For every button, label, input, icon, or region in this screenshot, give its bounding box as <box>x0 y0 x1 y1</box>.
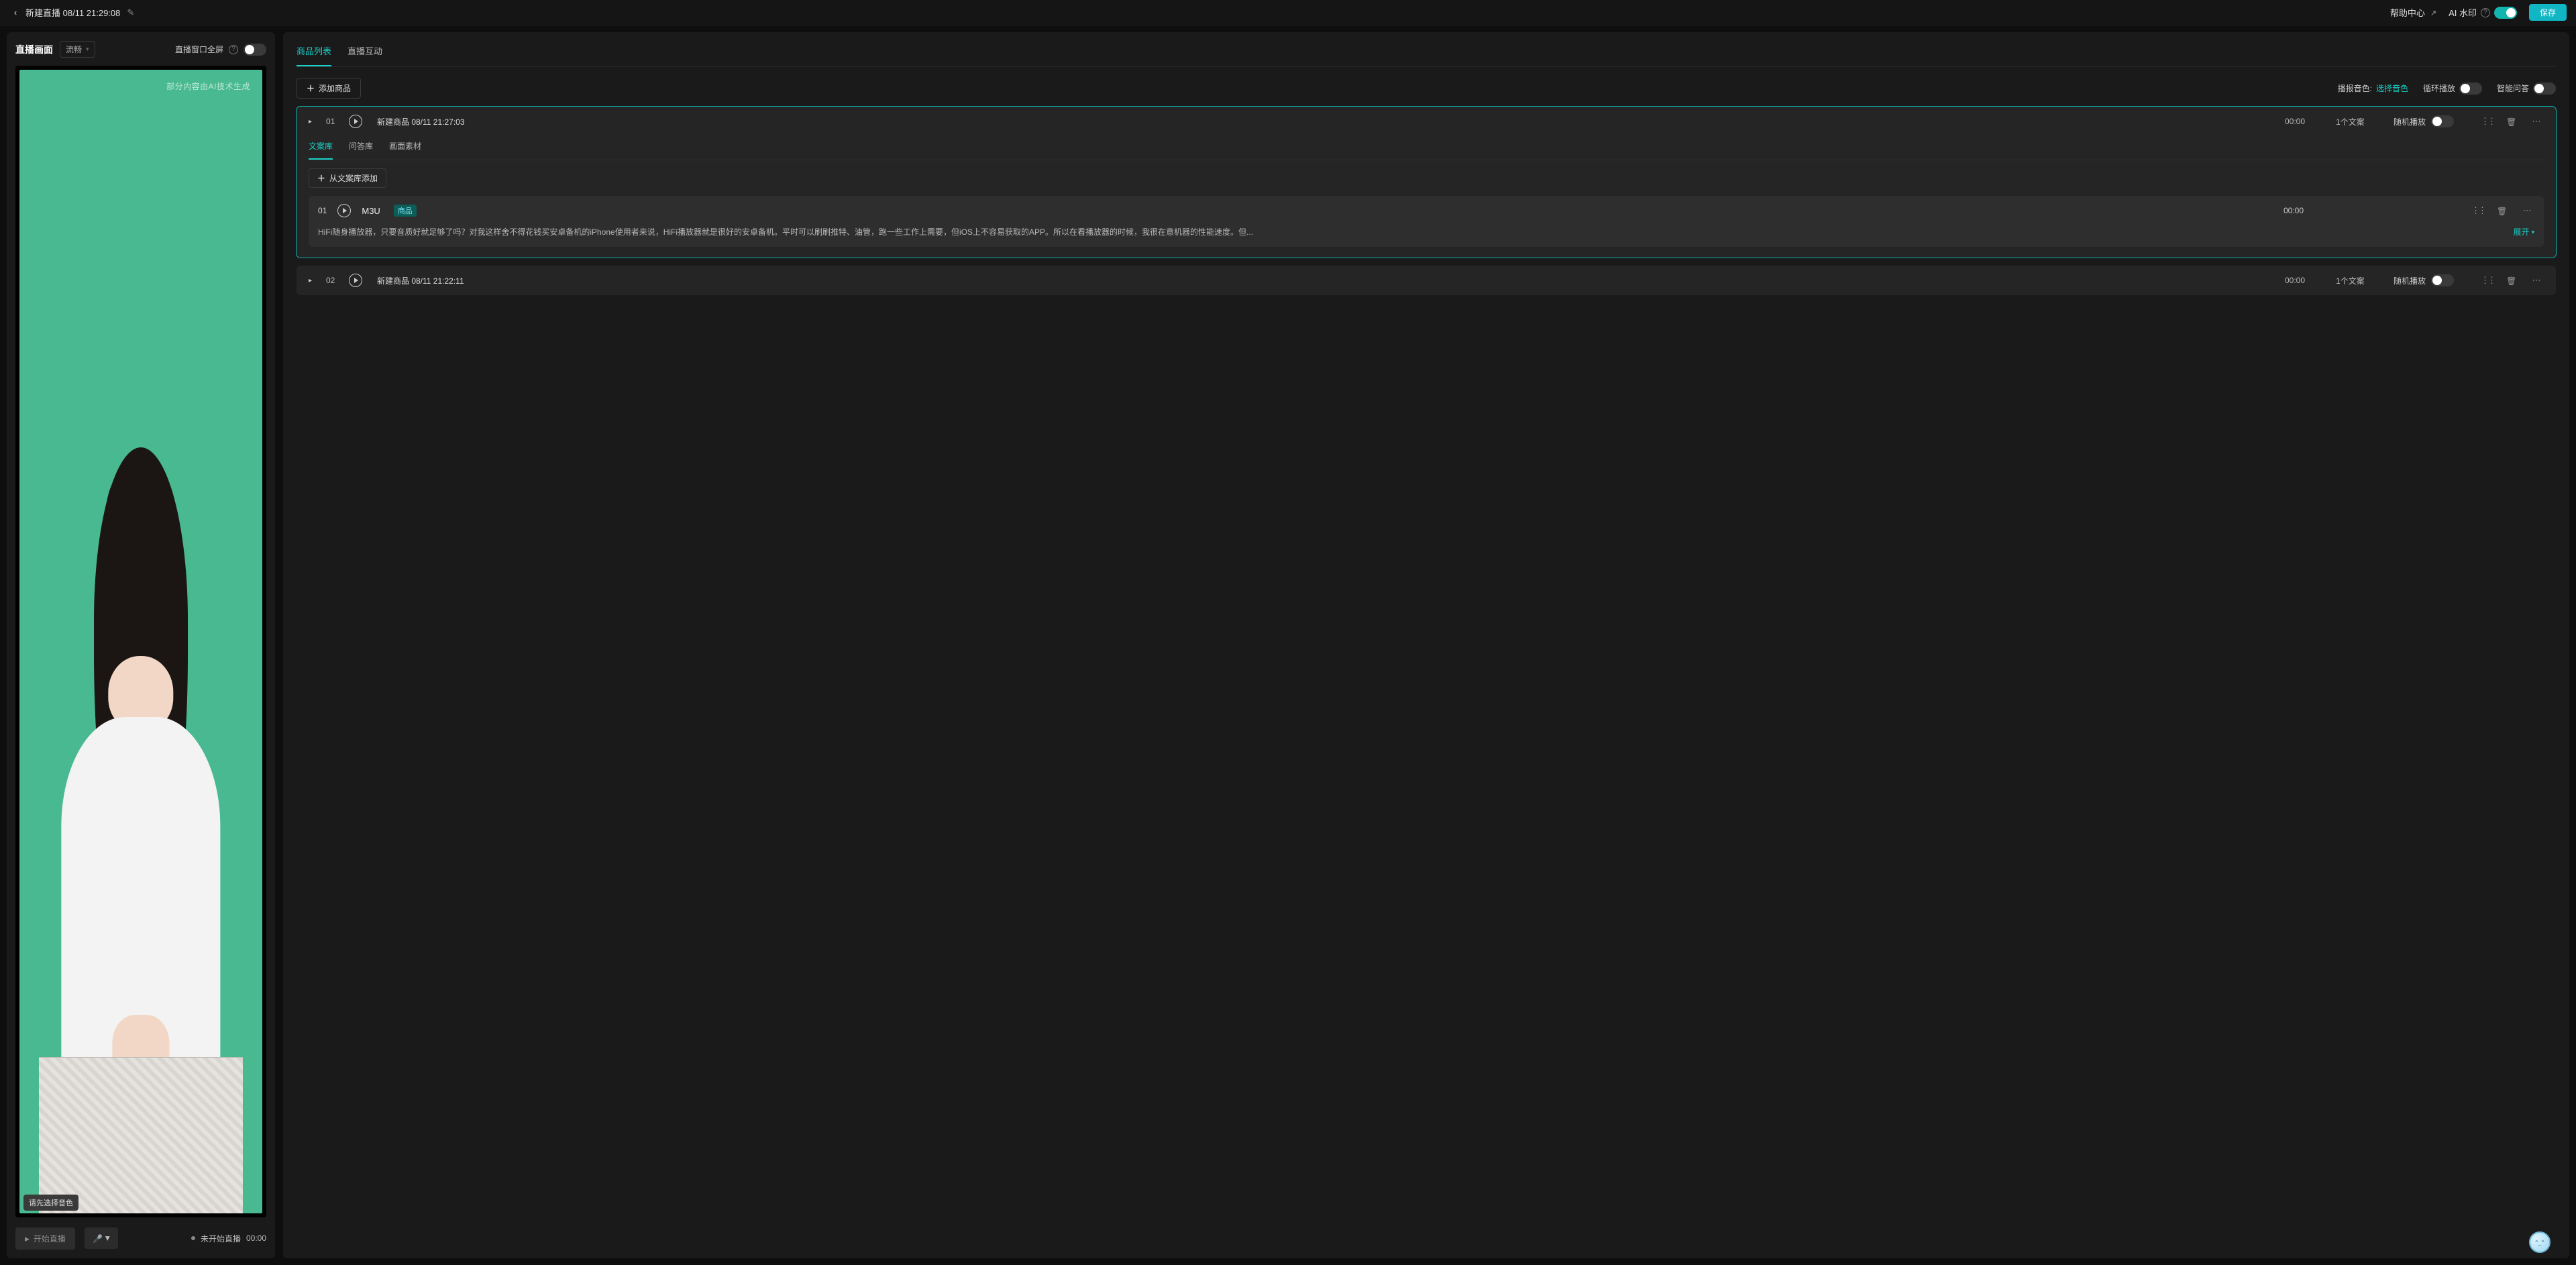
content-panel: 商品列表 直播互动 添加商品 播报音色: 选择音色 循环播放 智能问答 <box>283 32 2569 1258</box>
top-bar: ‹ 新建直播 08/11 21:29:08 ✎ 帮助中心 AI 水印 ? 保存 <box>0 0 2576 25</box>
chevron-down-icon <box>2531 227 2534 237</box>
ai-watermark-group: AI 水印 ? <box>2449 6 2517 19</box>
start-live-label: 开始直播 <box>34 1233 66 1244</box>
script-duration: 00:00 <box>2284 206 2324 215</box>
delete-icon[interactable] <box>2494 203 2509 219</box>
expand-label: 展开 <box>2513 225 2529 239</box>
shuffle-play-label: 随机播放 <box>2394 116 2426 127</box>
expand-icon[interactable]: ▸ <box>309 277 315 284</box>
more-icon[interactable] <box>2529 272 2544 288</box>
edit-title-icon[interactable]: ✎ <box>127 7 134 18</box>
product-head[interactable]: ▸ 02 新建商品 08/11 21:22:11 00:00 1个文案 随机播放 <box>297 266 2556 295</box>
shuffle-play-toggle[interactable] <box>2431 274 2454 286</box>
subtab-qa[interactable]: 问答库 <box>349 139 373 160</box>
product-card: ▸ 01 新建商品 08/11 21:27:03 00:00 1个文案 随机播放 <box>297 107 2556 258</box>
live-status-label: 未开始直播 <box>201 1233 241 1244</box>
drag-handle-icon[interactable] <box>2478 272 2493 288</box>
main-tabs: 商品列表 直播互动 <box>297 44 2556 67</box>
script-text: HiFi随身播放器，只要音质好就足够了吗？对我这样舍不得花钱买安卓备机的iPho… <box>318 225 2508 239</box>
more-icon[interactable] <box>2520 203 2534 219</box>
add-from-library-label: 从文案库添加 <box>329 172 378 184</box>
product-subtabs: 文案库 问答库 画面素材 <box>309 139 2544 160</box>
chevron-down-icon <box>105 1233 110 1244</box>
live-status: 未开始直播 00:00 <box>191 1233 266 1244</box>
product-index: 01 <box>326 117 338 126</box>
ai-generated-notice: 部分内容由AI技术生成 <box>166 80 250 92</box>
add-from-library-button[interactable]: 从文案库添加 <box>309 168 386 188</box>
script-index: 01 <box>318 206 327 215</box>
chevron-down-icon <box>86 46 89 53</box>
plus-icon <box>317 172 325 184</box>
shuffle-play-toggle[interactable] <box>2431 115 2454 127</box>
play-button[interactable] <box>349 274 362 287</box>
voice-label: 播报音色: <box>2338 82 2372 94</box>
delete-icon[interactable] <box>2504 114 2518 129</box>
preview-stage[interactable]: 部分内容由AI技术生成 <box>15 66 266 1217</box>
tab-product-list[interactable]: 商品列表 <box>297 44 331 66</box>
product-head[interactable]: ▸ 01 新建商品 08/11 21:27:03 00:00 1个文案 随机播放 <box>297 107 2556 136</box>
script-tag: 商品 <box>394 205 417 217</box>
product-body: 文案库 问答库 画面素材 从文案库添加 01 M3U 商品 <box>297 136 2556 258</box>
start-live-button[interactable]: 开始直播 <box>15 1227 75 1250</box>
loop-play-label: 循环播放 <box>2423 82 2455 94</box>
drag-handle-icon[interactable] <box>2478 113 2493 129</box>
product-duration: 00:00 <box>2285 117 2325 126</box>
mic-icon <box>93 1233 103 1244</box>
preview-title: 直播画面 <box>15 43 53 56</box>
back-icon[interactable]: ‹ <box>9 7 21 17</box>
subtab-assets[interactable]: 画面素材 <box>389 139 421 160</box>
script-title: M3U <box>362 206 380 216</box>
play-button[interactable] <box>337 204 351 217</box>
product-script-count: 1个文案 <box>2336 275 2383 286</box>
project-title: 新建直播 08/11 21:29:08 <box>25 6 120 19</box>
product-duration: 00:00 <box>2285 276 2325 285</box>
select-voice-link[interactable]: 选择音色 <box>2376 82 2408 94</box>
script-head[interactable]: 01 M3U 商品 00:00 <box>318 203 2534 219</box>
expand-script-link[interactable]: 展开 <box>2513 225 2534 239</box>
preview-panel: 直播画面 流畅 直播窗口全屏 ? 部分内容由AI技术生成 <box>7 32 275 1258</box>
add-product-button[interactable]: 添加商品 <box>297 78 361 99</box>
quality-select[interactable]: 流畅 <box>60 41 95 58</box>
product-list: ▸ 01 新建商品 08/11 21:27:03 00:00 1个文案 随机播放 <box>297 107 2556 295</box>
help-center-label: 帮助中心 <box>2390 6 2425 19</box>
tab-live-interact[interactable]: 直播互动 <box>347 44 382 66</box>
loop-play-toggle[interactable] <box>2459 82 2482 95</box>
avatar-placeholder <box>39 504 243 1213</box>
drag-handle-icon[interactable] <box>2469 203 2483 219</box>
delete-icon[interactable] <box>2504 273 2518 288</box>
play-icon <box>25 1233 30 1243</box>
product-title: 新建商品 08/11 21:27:03 <box>377 116 465 127</box>
help-icon[interactable]: ? <box>229 45 238 54</box>
mic-button[interactable] <box>85 1227 118 1249</box>
smart-qa-label: 智能问答 <box>2497 82 2529 94</box>
more-icon[interactable] <box>2529 113 2544 129</box>
voice-tooltip: 请先选择音色 <box>23 1195 78 1211</box>
help-icon[interactable]: ? <box>2481 8 2490 17</box>
external-link-icon <box>2429 7 2436 17</box>
plus-icon <box>307 82 315 94</box>
live-status-time: 00:00 <box>246 1233 266 1243</box>
collapse-icon[interactable]: ▸ <box>309 118 315 125</box>
product-script-count: 1个文案 <box>2336 116 2383 127</box>
add-product-label: 添加商品 <box>319 82 351 94</box>
fullscreen-label: 直播窗口全屏 <box>175 44 223 55</box>
smart-qa-toggle[interactable] <box>2533 82 2556 95</box>
help-center-link[interactable]: 帮助中心 <box>2390 6 2436 19</box>
play-button[interactable] <box>349 115 362 128</box>
script-card: 01 M3U 商品 00:00 HiFi随身播放器，只要音质好就足够了吗？对我这… <box>309 196 2544 247</box>
subtab-scripts[interactable]: 文案库 <box>309 139 333 160</box>
product-title: 新建商品 08/11 21:22:11 <box>377 275 464 286</box>
ai-watermark-label: AI 水印 <box>2449 6 2477 19</box>
product-index: 02 <box>326 276 338 285</box>
quality-value: 流畅 <box>66 44 82 55</box>
ai-watermark-toggle[interactable] <box>2494 7 2517 19</box>
product-card: ▸ 02 新建商品 08/11 21:22:11 00:00 1个文案 随机播放 <box>297 266 2556 295</box>
save-button[interactable]: 保存 <box>2529 4 2567 21</box>
assistant-bot-icon[interactable] <box>2529 1231 2551 1253</box>
fullscreen-toggle[interactable] <box>244 44 266 56</box>
shuffle-play-label: 随机播放 <box>2394 275 2426 286</box>
